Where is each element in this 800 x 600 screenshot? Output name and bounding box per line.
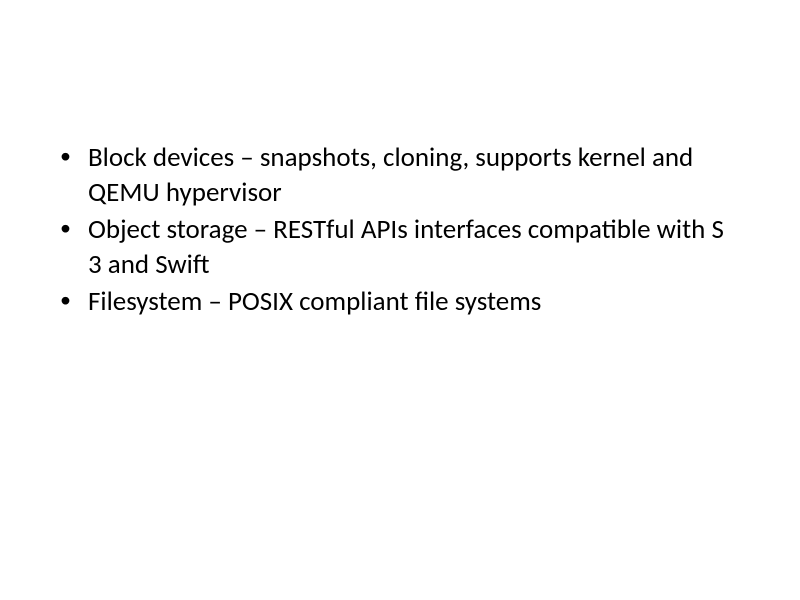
slide-content: • Block devices – snapshots, cloning, su… <box>0 0 800 600</box>
bullet-icon: • <box>60 212 88 243</box>
bullet-icon: • <box>60 284 88 315</box>
list-item: • Block devices – snapshots, cloning, su… <box>60 140 740 210</box>
list-item: • Object storage – RESTful APIs interfac… <box>60 212 740 282</box>
bullet-text: Block devices – snapshots, cloning, supp… <box>88 140 740 210</box>
bullet-icon: • <box>60 140 88 171</box>
bullet-text: Filesystem – POSIX compliant file system… <box>88 284 740 319</box>
bullet-text: Object storage – RESTful APIs interfaces… <box>88 212 740 282</box>
list-item: • Filesystem – POSIX compliant file syst… <box>60 284 740 319</box>
bullet-list: • Block devices – snapshots, cloning, su… <box>60 140 740 319</box>
